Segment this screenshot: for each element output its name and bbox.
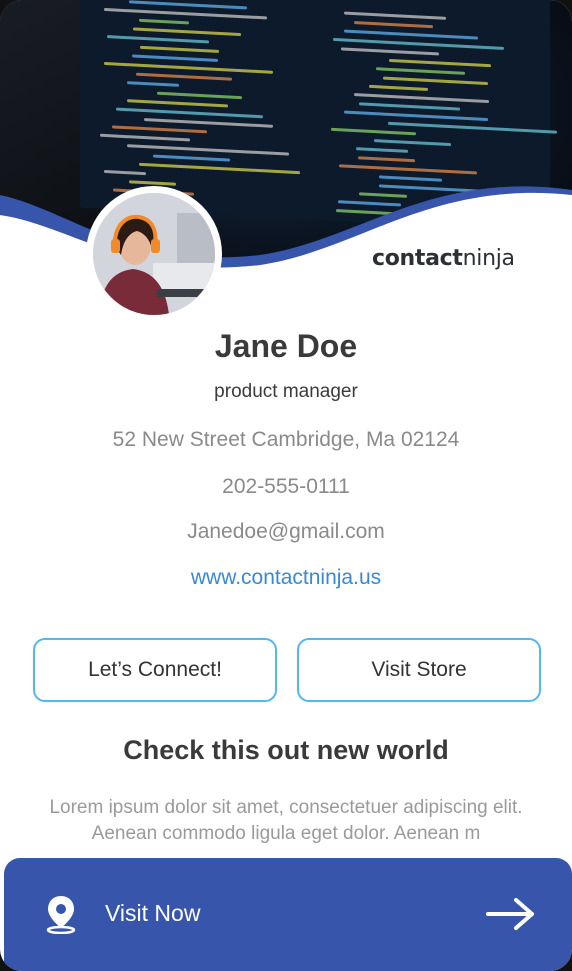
brand-logo: contactninja: [372, 246, 515, 271]
visit-now-bar[interactable]: Visit Now: [4, 858, 572, 971]
contact-email[interactable]: Janedoe@gmail.com: [0, 520, 572, 544]
website-link[interactable]: www.contactninja.us: [0, 566, 572, 590]
avatar: [86, 186, 222, 322]
arrow-right-icon[interactable]: [484, 896, 538, 936]
lets-connect-button[interactable]: Let’s Connect!: [33, 638, 277, 702]
contact-name: Jane Doe: [214, 328, 358, 364]
brand-part-1: contact: [372, 246, 463, 271]
promo-heading: Check this out new world: [123, 735, 449, 765]
hero-image: [0, 0, 572, 270]
avatar-photo: [93, 193, 215, 315]
contact-title: product manager: [214, 381, 358, 402]
contact-phone[interactable]: 202-555-0111: [0, 475, 572, 499]
location-pin-icon: [44, 894, 78, 938]
visit-store-button[interactable]: Visit Store: [297, 638, 541, 702]
contact-address[interactable]: 52 New Street Cambridge, Ma 02124: [0, 428, 572, 452]
contact-card: contactninja Jane Doe product manager 52…: [0, 0, 572, 971]
promo-body: Lorem ipsum dolor sit amet, consectetuer…: [49, 797, 523, 844]
brand-part-2: ninja: [462, 246, 515, 271]
hero-wave: [0, 186, 572, 270]
visit-now-label: Visit Now: [105, 900, 201, 926]
